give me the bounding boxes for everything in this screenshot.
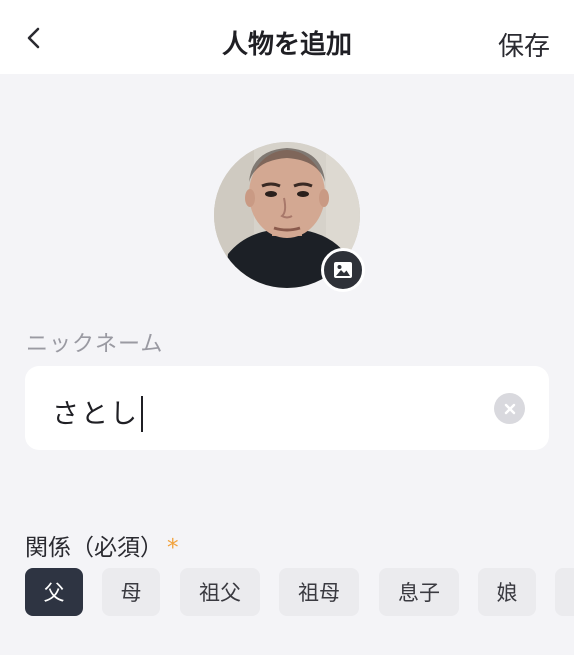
chip-grandmother[interactable]: 祖母: [279, 568, 359, 616]
nickname-input[interactable]: さとし: [52, 392, 143, 434]
avatar-container: [214, 142, 365, 292]
required-mark: *: [167, 535, 179, 561]
nickname-field[interactable]: さとし: [25, 366, 549, 450]
nickname-label: ニックネーム: [26, 332, 164, 357]
chip-son[interactable]: 息子: [379, 568, 459, 616]
chip-mother[interactable]: 母: [102, 568, 160, 616]
add-person-screen: 人物を追加 保存 ニックネーム さとし 関係（必須） * 父 母 祖父 祖母 息…: [0, 0, 574, 655]
image-icon: [334, 262, 352, 278]
chip-more-partial[interactable]: [555, 568, 574, 616]
header: 人物を追加 保存: [0, 0, 574, 74]
change-photo-button[interactable]: [321, 248, 365, 292]
nickname-value: さとし: [52, 399, 139, 430]
save-button[interactable]: 保存: [498, 26, 550, 63]
page-title: 人物を追加: [221, 30, 352, 60]
text-caret: [141, 395, 143, 432]
relation-chips: 父 母 祖父 祖母 息子 娘: [25, 568, 574, 616]
chip-father[interactable]: 父: [25, 568, 83, 616]
clear-input-button[interactable]: [494, 393, 525, 424]
relation-label: 関係（必須） *: [25, 528, 179, 562]
close-icon: [504, 403, 515, 414]
chip-daughter[interactable]: 娘: [478, 568, 536, 616]
chip-grandfather[interactable]: 祖父: [180, 568, 260, 616]
relation-label-text: 関係（必須）: [25, 535, 163, 561]
